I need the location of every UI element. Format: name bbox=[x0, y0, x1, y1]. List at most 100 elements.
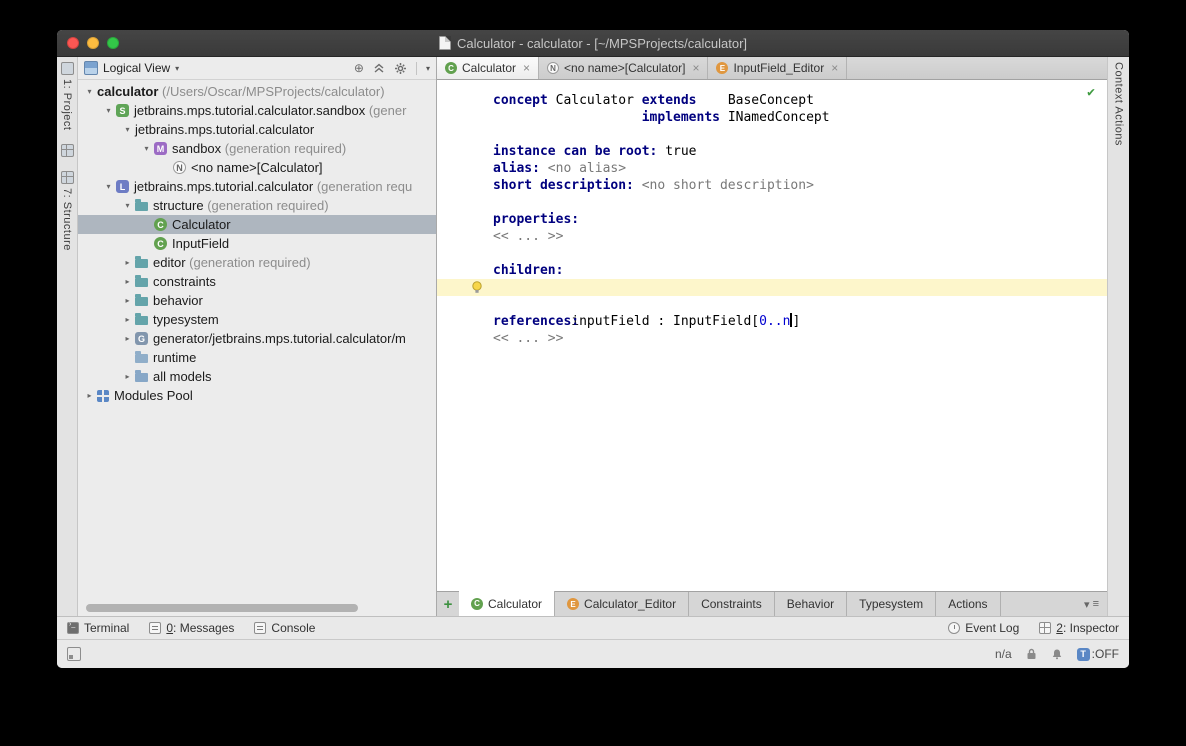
expand-icon[interactable]: ▸ bbox=[82, 391, 97, 400]
collapse-icon[interactable]: ▾ bbox=[101, 182, 116, 191]
tree-row[interactable]: runtime bbox=[78, 348, 436, 367]
tree-row[interactable]: ▾ jetbrains.mps.tutorial.calculator bbox=[78, 120, 436, 139]
editor-line-caret[interactable]: inputField : InputField[0..n] bbox=[437, 279, 1107, 329]
tree-row[interactable]: ▸ behavior bbox=[78, 291, 436, 310]
editor-line[interactable]: instance can be root: true bbox=[437, 143, 1107, 160]
collapse-icon[interactable]: ▾ bbox=[82, 87, 97, 96]
tree-row[interactable]: N <no name>[Calculator] bbox=[78, 158, 436, 177]
aspect-tab-typesystem[interactable]: Typesystem bbox=[847, 592, 937, 616]
editor-line[interactable]: properties: bbox=[437, 211, 1107, 228]
editor-line[interactable]: alias: <no alias> bbox=[437, 160, 1107, 177]
expand-icon[interactable]: ▸ bbox=[120, 296, 135, 305]
tree-row[interactable]: ▸ typesystem bbox=[78, 310, 436, 329]
view-selector[interactable]: Logical View bbox=[103, 61, 170, 75]
hide-panel-icon[interactable]: ▾ bbox=[426, 64, 430, 73]
tree-item-label: jetbrains.mps.tutorial.calculator bbox=[134, 179, 314, 194]
tree-row[interactable]: C InputField bbox=[78, 234, 436, 253]
aspect-tab-behavior[interactable]: Behavior bbox=[775, 592, 848, 616]
behavior-aspect-icon bbox=[135, 294, 148, 306]
editor-line[interactable] bbox=[437, 245, 1107, 262]
tree-hscrollbar[interactable] bbox=[86, 604, 358, 612]
editor-tab-calculator[interactable]: C Calculator × bbox=[437, 57, 540, 79]
editor-line[interactable]: implements INamedConcept bbox=[437, 109, 1107, 126]
modules-pool-icon bbox=[97, 389, 109, 402]
favorites-icon[interactable] bbox=[60, 144, 74, 158]
tree-row[interactable]: ▾ L jetbrains.mps.tutorial.calculator (g… bbox=[78, 177, 436, 196]
terminal-button[interactable]: Terminal bbox=[67, 621, 129, 635]
editor-tab-no-name[interactable]: N <no name>[Calculator] × bbox=[539, 57, 709, 79]
tree-row[interactable]: ▸ G generator/jetbrains.mps.tutorial.cal… bbox=[78, 329, 436, 348]
editor-line[interactable]: references: bbox=[437, 313, 1107, 330]
collapse-icon[interactable]: ▾ bbox=[120, 125, 135, 134]
editor-line[interactable]: << ... >> bbox=[437, 330, 1107, 347]
tab-overflow-button[interactable]: ▾ ≡ bbox=[1076, 592, 1107, 616]
zoom-button[interactable] bbox=[107, 37, 119, 49]
window-title: Calculator - calculator - [~/MPSProjects… bbox=[456, 35, 748, 51]
event-log-icon bbox=[948, 622, 961, 634]
add-aspect-button[interactable]: + bbox=[437, 592, 459, 616]
collapse-icon[interactable]: ▾ bbox=[139, 144, 154, 153]
collapse-icon[interactable]: ▾ bbox=[120, 201, 135, 210]
tree-item-label: typesystem bbox=[153, 312, 219, 327]
event-log-button[interactable]: Event Log bbox=[948, 621, 1019, 635]
tree-row[interactable]: ▾ S jetbrains.mps.tutorial.calculator.sa… bbox=[78, 101, 436, 120]
console-button[interactable]: Console bbox=[254, 621, 315, 635]
tab-label: Behavior bbox=[786, 597, 835, 611]
editor-line[interactable]: concept Calculator extends BaseConcept bbox=[437, 92, 1107, 109]
inspector-button[interactable]: 2: Inspector bbox=[1039, 621, 1119, 635]
lock-icon[interactable] bbox=[1026, 648, 1037, 660]
intention-bulb-icon[interactable] bbox=[471, 281, 483, 294]
editor-line[interactable]: children: bbox=[437, 262, 1107, 279]
messages-button[interactable]: 0: Messages bbox=[149, 621, 234, 635]
aspect-tab-calculator[interactable]: C Calculator bbox=[459, 591, 556, 616]
inspector-label: 2: Inspector bbox=[1056, 621, 1119, 635]
editor-line[interactable]: short description: <no short description… bbox=[437, 177, 1107, 194]
expand-icon[interactable]: ▸ bbox=[120, 372, 135, 381]
collapse-icon[interactable]: ▾ bbox=[101, 106, 116, 115]
tree-item-detail: (generation requ bbox=[313, 179, 413, 194]
tree-item-label: jetbrains.mps.tutorial.calculator.sandbo… bbox=[134, 103, 366, 118]
collapse-all-icon[interactable] bbox=[373, 62, 385, 74]
tab-close-icon[interactable]: × bbox=[831, 61, 838, 75]
tab-close-icon[interactable]: × bbox=[692, 61, 699, 75]
constraints-aspect-icon bbox=[135, 275, 148, 287]
editor-line[interactable]: << ... >> bbox=[437, 228, 1107, 245]
structure-tool-button[interactable]: 7: Structure bbox=[60, 171, 74, 251]
tree-row[interactable]: ▸ Modules Pool bbox=[78, 386, 436, 405]
expand-icon[interactable]: ▸ bbox=[120, 315, 135, 324]
tree-item-detail: (/Users/Oscar/MPSProjects/calculator) bbox=[158, 84, 385, 99]
aspect-tab-calculator-editor[interactable]: E Calculator_Editor bbox=[555, 592, 690, 616]
tree-row-selected[interactable]: C Calculator bbox=[78, 215, 436, 234]
context-actions-tool-button[interactable]: Context Actions bbox=[1113, 62, 1125, 146]
expand-icon[interactable]: ▸ bbox=[120, 258, 135, 267]
tree-row[interactable]: ▾ M sandbox (generation required) bbox=[78, 139, 436, 158]
expand-icon[interactable]: ▸ bbox=[120, 334, 135, 343]
tree-row[interactable]: ▾ structure (generation required) bbox=[78, 196, 436, 215]
locate-icon[interactable]: ⊕ bbox=[354, 62, 364, 74]
aspect-tab-actions[interactable]: Actions bbox=[936, 592, 1001, 616]
editor-line[interactable] bbox=[437, 126, 1107, 143]
project-tool-label: 1: Project bbox=[61, 79, 73, 131]
aspect-tab-constraints[interactable]: Constraints bbox=[689, 592, 775, 616]
tab-close-icon[interactable]: × bbox=[523, 61, 530, 75]
concept-editor[interactable]: ✔ concept Calculator extends BaseConcept… bbox=[437, 80, 1107, 591]
tree-row[interactable]: ▸ all models bbox=[78, 367, 436, 386]
minimize-button[interactable] bbox=[87, 37, 99, 49]
tree-row[interactable]: ▸ constraints bbox=[78, 272, 436, 291]
settings-gear-icon[interactable] bbox=[394, 62, 407, 75]
tree-row[interactable]: ▾ calculator (/Users/Oscar/MPSProjects/c… bbox=[78, 82, 436, 101]
typesystem-toggle[interactable]: T :OFF bbox=[1076, 647, 1119, 661]
editor-tab-inputfield-editor[interactable]: E InputField_Editor × bbox=[708, 57, 848, 79]
editor-line[interactable] bbox=[437, 194, 1107, 211]
messages-label: 0: Messages bbox=[166, 621, 235, 635]
expand-icon[interactable]: ▸ bbox=[120, 277, 135, 286]
close-button[interactable] bbox=[67, 37, 79, 49]
notifications-bell-icon[interactable] bbox=[1051, 648, 1063, 660]
tab-label: <no name>[Calculator] bbox=[564, 61, 686, 75]
editor-line[interactable] bbox=[437, 296, 1107, 313]
project-tool-button[interactable]: 1: Project bbox=[60, 62, 74, 131]
logical-view-icon bbox=[84, 61, 98, 75]
toolwindow-toggle-icon[interactable] bbox=[67, 647, 81, 661]
tree-row[interactable]: ▸ editor (generation required) bbox=[78, 253, 436, 272]
view-selector-chevron-icon[interactable]: ▾ bbox=[175, 64, 179, 73]
